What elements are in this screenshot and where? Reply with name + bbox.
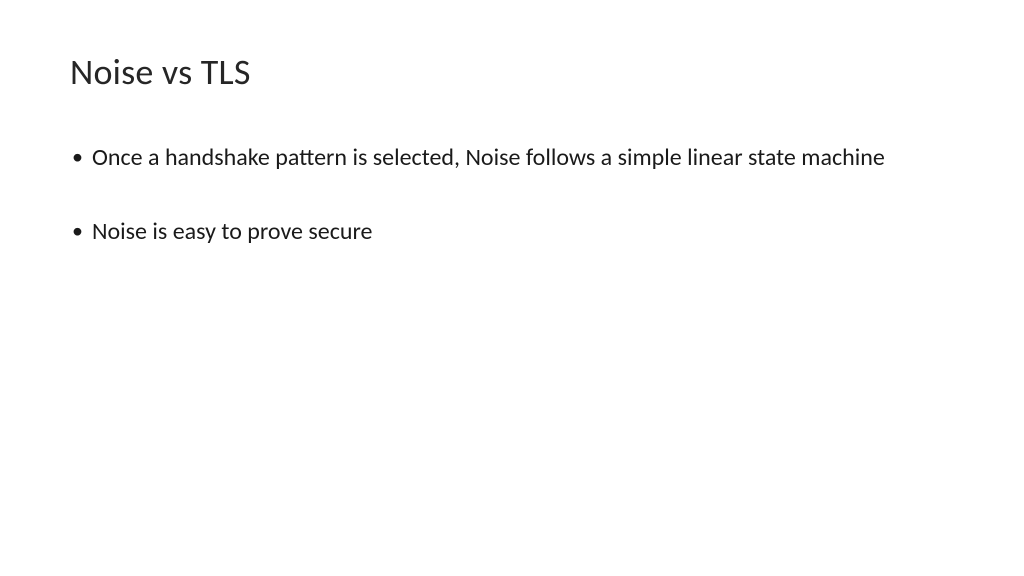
bullet-item: Noise is easy to prove secure <box>70 216 954 248</box>
bullet-item: Once a handshake pattern is selected, No… <box>70 142 954 174</box>
bullet-list: Once a handshake pattern is selected, No… <box>70 142 954 249</box>
slide-title: Noise vs TLS <box>70 50 954 94</box>
